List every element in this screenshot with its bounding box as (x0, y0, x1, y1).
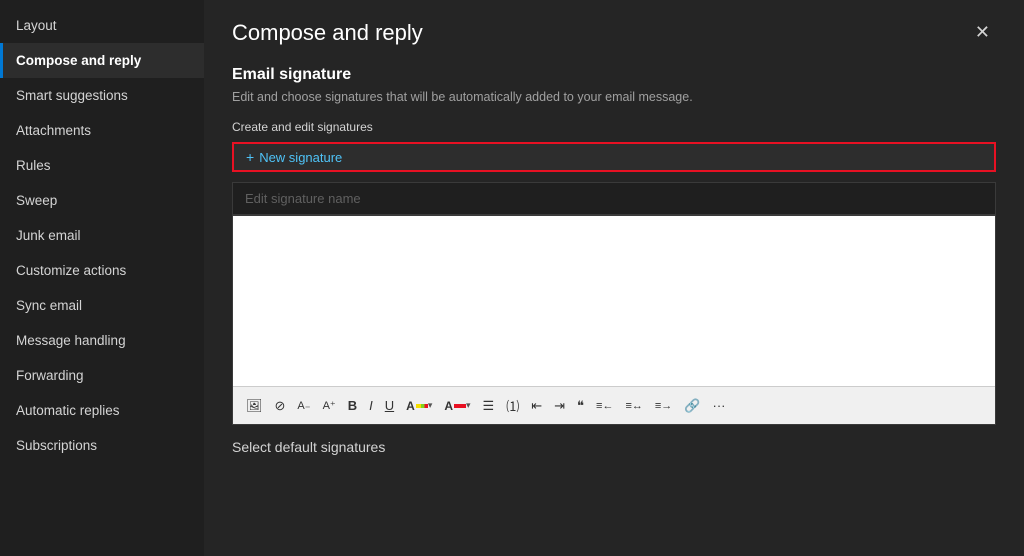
sidebar-item-smart-suggestions[interactable]: Smart suggestions (0, 78, 204, 113)
new-sig-label: New signature (259, 150, 342, 165)
signature-editor-body[interactable] (233, 216, 995, 386)
new-signature-button[interactable]: + New signature (232, 142, 996, 172)
main-content: Compose and reply ✕ Email signature Edit… (204, 0, 1024, 556)
align-left-button[interactable]: ≡← (591, 397, 618, 415)
page-title: Compose and reply (232, 20, 423, 46)
insert-image-button[interactable]: 🖼 (241, 395, 268, 417)
signature-name-input[interactable] (232, 182, 996, 215)
align-right-button[interactable]: ≡→ (650, 397, 677, 415)
numbering-button[interactable]: ⑴ (501, 393, 524, 418)
sidebar: LayoutCompose and replySmart suggestions… (0, 0, 204, 556)
email-sig-desc: Edit and choose signatures that will be … (232, 90, 996, 104)
sidebar-item-junk-email[interactable]: Junk email (0, 218, 204, 253)
sidebar-item-compose-and-reply[interactable]: Compose and reply (0, 43, 204, 78)
sidebar-item-automatic-replies[interactable]: Automatic replies (0, 393, 204, 428)
signature-editor-wrapper: 🖼⊘A₋A⁺BIUA▾A▾☰⑴⇤⇥❝≡←≡↔≡→🔗··· (232, 215, 996, 425)
plus-icon: + (246, 149, 254, 165)
sidebar-item-attachments[interactable]: Attachments (0, 113, 204, 148)
sidebar-item-customize-actions[interactable]: Customize actions (0, 253, 204, 288)
sidebar-item-sweep[interactable]: Sweep (0, 183, 204, 218)
main-header: Compose and reply ✕ (232, 20, 996, 46)
underline-button[interactable]: U (380, 395, 399, 416)
signature-editor-stack: 🖼⊘A₋A⁺BIUA▾A▾☰⑴⇤⇥❝≡←≡↔≡→🔗··· (232, 182, 996, 425)
increase-indent-button[interactable]: ⇥ (549, 395, 570, 417)
clear-format-button[interactable]: ⊘ (270, 395, 291, 417)
sidebar-item-rules[interactable]: Rules (0, 148, 204, 183)
sidebar-item-layout[interactable]: Layout (0, 8, 204, 43)
font-size-down-button[interactable]: A₋ (292, 396, 315, 415)
sidebar-item-forwarding[interactable]: Forwarding (0, 358, 204, 393)
close-button[interactable]: ✕ (969, 20, 996, 45)
align-center-button[interactable]: ≡↔ (620, 397, 647, 415)
create-edit-label: Create and edit signatures (232, 120, 996, 134)
font-size-up-button[interactable]: A⁺ (318, 396, 341, 415)
select-default-label: Select default signatures (232, 439, 996, 455)
email-sig-title: Email signature (232, 66, 996, 84)
bullets-button[interactable]: ☰ (478, 395, 500, 417)
font-color-btn-button[interactable]: A▾ (439, 396, 475, 416)
sidebar-item-sync-email[interactable]: Sync email (0, 288, 204, 323)
italic-button[interactable]: I (364, 395, 378, 416)
sidebar-item-subscriptions[interactable]: Subscriptions (0, 428, 204, 463)
link-button[interactable]: 🔗 (679, 395, 705, 417)
sidebar-item-message-handling[interactable]: Message handling (0, 323, 204, 358)
more-button[interactable]: ··· (707, 395, 730, 416)
highlight-btn-button[interactable]: A▾ (401, 396, 437, 416)
quote-button[interactable]: ❝ (572, 395, 589, 417)
bold-button[interactable]: B (343, 395, 362, 416)
decrease-indent-button[interactable]: ⇤ (526, 395, 547, 417)
editor-toolbar: 🖼⊘A₋A⁺BIUA▾A▾☰⑴⇤⇥❝≡←≡↔≡→🔗··· (233, 386, 995, 424)
